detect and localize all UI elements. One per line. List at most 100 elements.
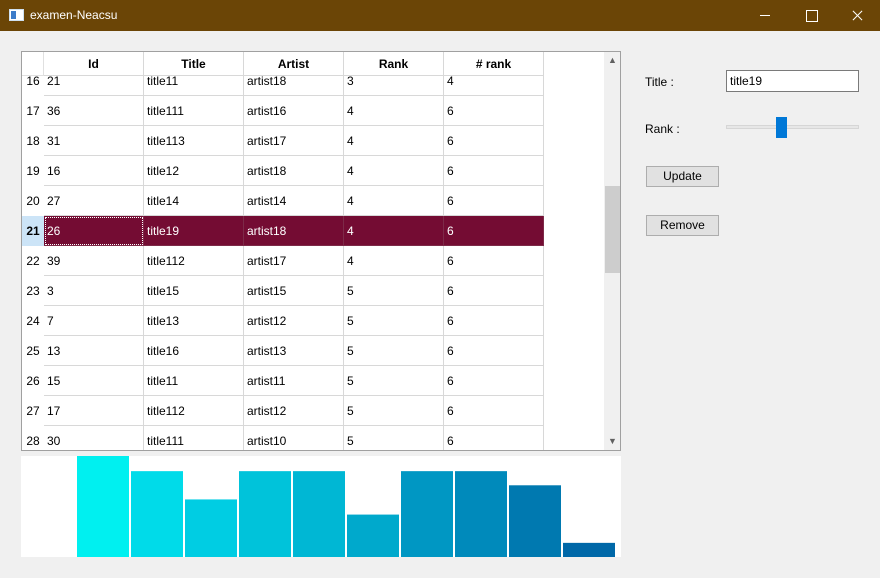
table-cell[interactable]: artist18 bbox=[244, 156, 344, 186]
slider-handle[interactable] bbox=[776, 117, 787, 138]
table-cell[interactable]: 6 bbox=[444, 96, 544, 126]
table-cell[interactable]: 6 bbox=[444, 186, 544, 216]
table-cell[interactable]: 6 bbox=[444, 366, 544, 396]
table-cell[interactable]: 17 bbox=[44, 396, 144, 426]
table-cell[interactable]: title111 bbox=[144, 96, 244, 126]
table-cell[interactable]: 15 bbox=[44, 366, 144, 396]
row-header[interactable]: 28 bbox=[22, 426, 44, 450]
table-cell[interactable]: 5 bbox=[344, 276, 444, 306]
chart-bar bbox=[401, 471, 453, 557]
songs-table[interactable]: Id Title Artist Rank # rank 16 21 title11 artis… bbox=[21, 51, 621, 451]
table-cell[interactable]: 26 bbox=[44, 216, 144, 246]
column-header[interactable]: Rank bbox=[344, 52, 444, 76]
table-cell[interactable]: title11 bbox=[144, 366, 244, 396]
table-cell[interactable]: 3 bbox=[44, 276, 144, 306]
table-cell[interactable]: artist16 bbox=[244, 96, 344, 126]
chart-bar bbox=[509, 485, 561, 557]
title-bar: examen-Neacsu bbox=[0, 0, 880, 31]
table-cell[interactable]: 6 bbox=[444, 216, 544, 246]
table-cell[interactable]: title112 bbox=[144, 246, 244, 276]
table-cell[interactable]: artist14 bbox=[244, 186, 344, 216]
update-button[interactable]: Update bbox=[646, 166, 719, 187]
table-cell[interactable]: 5 bbox=[344, 366, 444, 396]
table-cell[interactable]: 36 bbox=[44, 96, 144, 126]
table-cell[interactable]: 6 bbox=[444, 396, 544, 426]
chart-bar bbox=[131, 471, 183, 557]
table-cell[interactable]: 6 bbox=[444, 426, 544, 450]
scrollbar-thumb[interactable] bbox=[605, 186, 620, 273]
table-cell[interactable]: title19 bbox=[144, 216, 244, 246]
row-header[interactable]: 20 bbox=[22, 186, 44, 216]
table-cell[interactable]: 4 bbox=[344, 216, 444, 246]
table-cell[interactable]: 6 bbox=[444, 246, 544, 276]
app-icon bbox=[9, 9, 24, 21]
table-cell[interactable]: 6 bbox=[444, 276, 544, 306]
remove-button[interactable]: Remove bbox=[646, 215, 719, 236]
row-header[interactable]: 23 bbox=[22, 276, 44, 306]
column-header[interactable]: Id bbox=[44, 52, 144, 76]
table-cell[interactable]: artist10 bbox=[244, 426, 344, 450]
table-cell[interactable]: 4 bbox=[344, 156, 444, 186]
table-cell[interactable]: 7 bbox=[44, 306, 144, 336]
table-cell[interactable]: title111 bbox=[144, 426, 244, 450]
maximize-icon[interactable] bbox=[788, 0, 834, 31]
row-header[interactable]: 21 bbox=[22, 216, 44, 246]
table-cell[interactable]: title16 bbox=[144, 336, 244, 366]
table-cell[interactable]: 4 bbox=[344, 96, 444, 126]
table-corner bbox=[22, 52, 44, 76]
row-header[interactable]: 22 bbox=[22, 246, 44, 276]
row-header[interactable]: 25 bbox=[22, 336, 44, 366]
row-header[interactable]: 17 bbox=[22, 96, 44, 126]
table-cell[interactable]: artist11 bbox=[244, 366, 344, 396]
table-cell[interactable]: 4 bbox=[344, 186, 444, 216]
table-cell[interactable]: artist13 bbox=[244, 336, 344, 366]
table-cell[interactable]: 6 bbox=[444, 156, 544, 186]
table-cell[interactable]: 39 bbox=[44, 246, 144, 276]
table-cell[interactable]: 16 bbox=[44, 156, 144, 186]
chart-bar bbox=[185, 499, 237, 557]
table-cell[interactable]: artist18 bbox=[244, 216, 344, 246]
table-cell[interactable]: 4 bbox=[344, 126, 444, 156]
chart-bar bbox=[563, 542, 615, 557]
table-cell[interactable]: artist17 bbox=[244, 126, 344, 156]
table-cell[interactable]: 5 bbox=[344, 336, 444, 366]
minimize-icon[interactable] bbox=[742, 0, 788, 31]
table-cell[interactable]: title113 bbox=[144, 126, 244, 156]
column-header[interactable]: Artist bbox=[244, 52, 344, 76]
table-cell[interactable]: 4 bbox=[344, 246, 444, 276]
rank-slider[interactable] bbox=[726, 117, 859, 138]
table-cell[interactable]: 6 bbox=[444, 306, 544, 336]
table-cell[interactable]: artist12 bbox=[244, 306, 344, 336]
table-cell[interactable]: 6 bbox=[444, 336, 544, 366]
row-header[interactable]: 19 bbox=[22, 156, 44, 186]
row-header[interactable]: 26 bbox=[22, 366, 44, 396]
table-cell[interactable]: 5 bbox=[344, 396, 444, 426]
table-cell[interactable]: artist15 bbox=[244, 276, 344, 306]
table-cell[interactable]: 13 bbox=[44, 336, 144, 366]
row-header[interactable]: 24 bbox=[22, 306, 44, 336]
chart-bar bbox=[239, 471, 291, 557]
table-cell[interactable]: 5 bbox=[344, 426, 444, 450]
table-cell[interactable]: 27 bbox=[44, 186, 144, 216]
row-header[interactable]: 18 bbox=[22, 126, 44, 156]
column-header[interactable]: # rank bbox=[444, 52, 544, 76]
scroll-up-icon[interactable]: ▲ bbox=[604, 52, 620, 69]
column-header[interactable]: Title bbox=[144, 52, 244, 76]
table-cell[interactable]: 6 bbox=[444, 126, 544, 156]
table-cell[interactable]: title15 bbox=[144, 276, 244, 306]
table-cell[interactable]: title112 bbox=[144, 396, 244, 426]
vertical-scrollbar[interactable]: ▲ ▼ bbox=[604, 52, 620, 450]
table-cell[interactable]: title13 bbox=[144, 306, 244, 336]
table-cell[interactable]: 30 bbox=[44, 426, 144, 450]
row-header[interactable]: 27 bbox=[22, 396, 44, 426]
title-input[interactable] bbox=[726, 70, 859, 92]
table-cell[interactable]: 31 bbox=[44, 126, 144, 156]
table-cell[interactable]: title12 bbox=[144, 156, 244, 186]
table-cell[interactable]: title14 bbox=[144, 186, 244, 216]
close-icon[interactable] bbox=[834, 0, 880, 31]
table-cell[interactable]: 5 bbox=[344, 306, 444, 336]
table-cell[interactable]: artist12 bbox=[244, 396, 344, 426]
scroll-down-icon[interactable]: ▼ bbox=[604, 433, 620, 450]
table-cell[interactable]: artist17 bbox=[244, 246, 344, 276]
chart-bar bbox=[455, 471, 507, 557]
